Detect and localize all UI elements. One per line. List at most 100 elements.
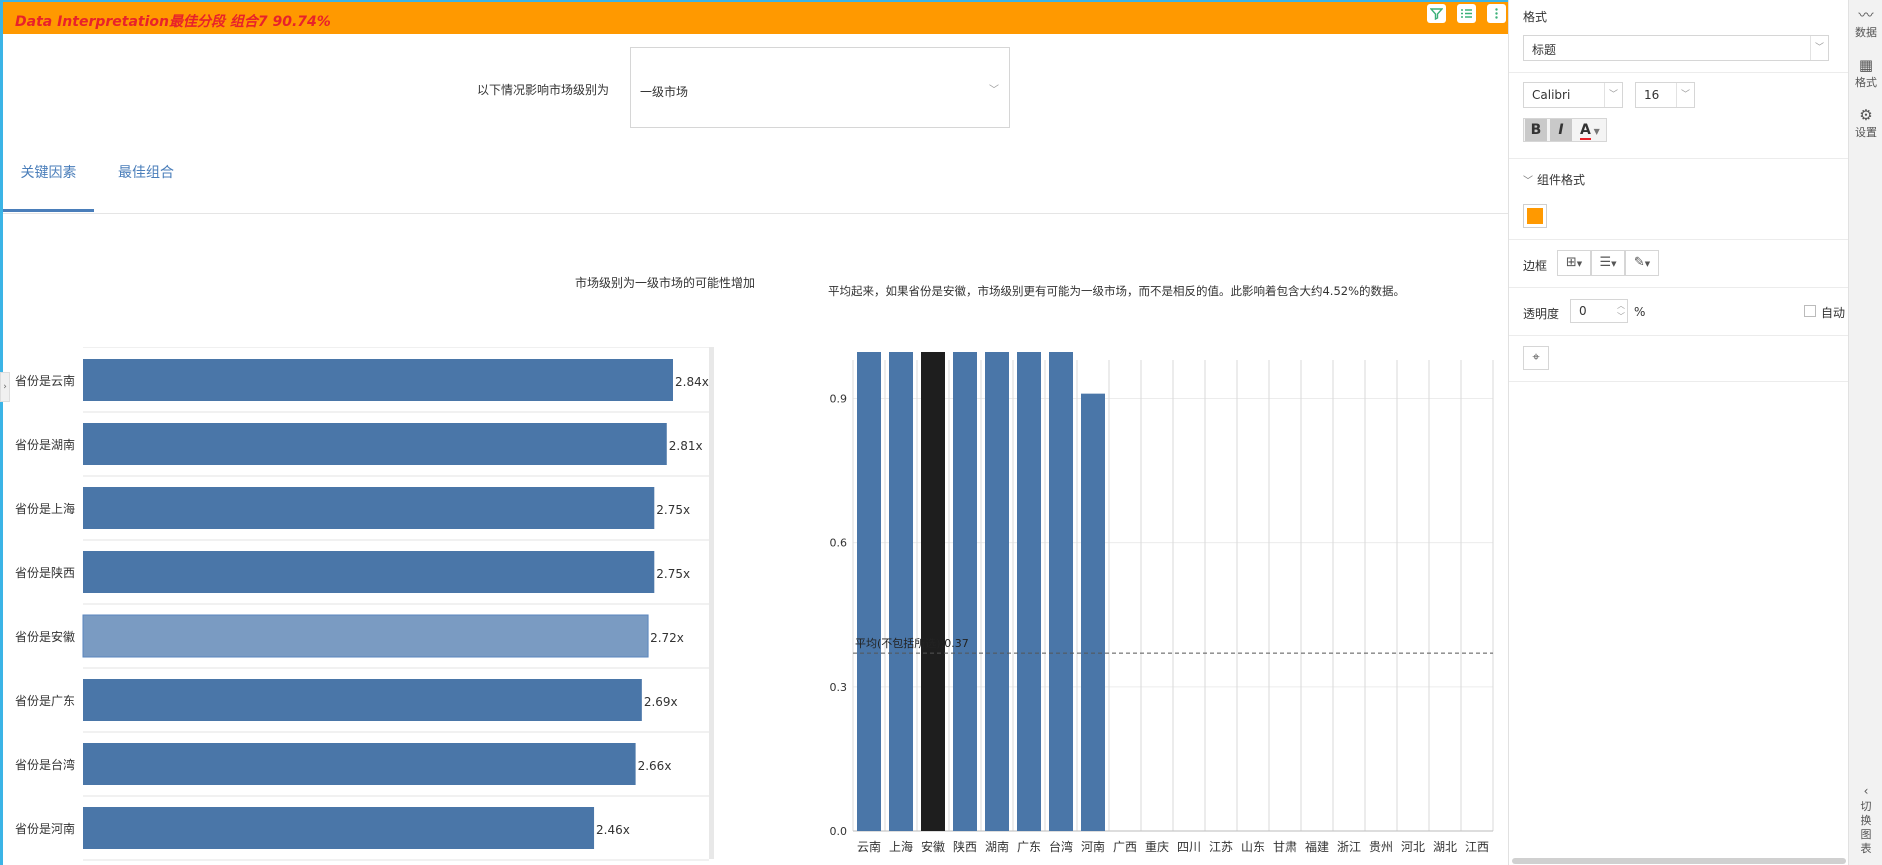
border-style-button[interactable]: ⊞▼	[1557, 250, 1591, 276]
chevron-down-icon: ﹀	[1676, 83, 1694, 107]
text-format-group: B I A ▼	[1523, 118, 1607, 142]
factor-bar	[83, 679, 642, 721]
factor-label: 省份是云南	[15, 373, 75, 388]
divider	[1509, 335, 1849, 336]
x-tick-label: 甘肃	[1273, 840, 1297, 854]
influence-explanation: 平均起来，如果省份是安徽，市场级别更有可能为一级市场，而不是相反的值。此影响着包…	[828, 284, 1406, 298]
province-bar	[1081, 393, 1105, 831]
font-color-label: A	[1580, 122, 1591, 140]
panel-heading: 格式	[1523, 10, 1548, 24]
more-button[interactable]	[1487, 4, 1506, 23]
province-bar	[857, 352, 881, 831]
border-color-button[interactable]: ✎▼	[1625, 250, 1659, 276]
opacity-value: 0	[1579, 304, 1587, 318]
font-family-select[interactable]: Calibri ﹀	[1523, 82, 1623, 108]
component-format-header[interactable]: 组件格式	[1537, 171, 1585, 188]
tab-bar: 关键因素 最佳组合	[3, 152, 1508, 214]
x-tick-label: 江苏	[1209, 840, 1233, 854]
opacity-input[interactable]: 0 ︿ ﹀	[1570, 299, 1628, 323]
format-painter-button[interactable]: ⌖	[1523, 346, 1549, 370]
factor-label: 省份是安徽	[15, 629, 75, 644]
list-icon	[1461, 9, 1472, 18]
title-bar: Data Interpretation最佳分段 组合7 90.74%	[3, 2, 1508, 34]
x-tick-label: 陕西	[953, 839, 977, 854]
caret-down-icon: ▼	[1576, 260, 1583, 268]
divider	[1509, 287, 1849, 288]
list-button[interactable]	[1457, 4, 1476, 23]
factor-value-label: 2.75x	[656, 503, 690, 517]
tab-key-factors[interactable]: 关键因素	[3, 152, 94, 212]
factor-bar	[83, 551, 655, 593]
nav-switch-chart[interactable]: ‹ 切换图表	[1849, 782, 1882, 856]
fill-color-swatch[interactable]	[1523, 204, 1547, 228]
factor-value-label: 2.66x	[638, 759, 672, 773]
factor-label: 省份是上海	[15, 501, 75, 516]
x-tick-label: 安徽	[921, 839, 945, 854]
x-tick-label: 福建	[1305, 839, 1329, 854]
province-bar	[1017, 352, 1041, 831]
stepper-down-icon[interactable]: ﹀	[1617, 311, 1625, 322]
market-level-value: 一级市场	[640, 85, 689, 99]
chevron-left-icon: ‹	[1863, 784, 1869, 798]
x-tick-label: 湖北	[1433, 839, 1457, 854]
x-tick-label: 贵州	[1369, 840, 1393, 854]
border-grid-icon: ⊞	[1565, 255, 1577, 270]
factor-bar	[83, 807, 595, 849]
title-style-select[interactable]: 标题 ﹀	[1523, 35, 1829, 61]
horizontal-scrollbar[interactable]	[1512, 858, 1846, 864]
opacity-label: 透明度	[1523, 307, 1560, 321]
filter-button[interactable]	[1427, 4, 1446, 23]
x-tick-label: 云南	[857, 839, 881, 854]
chevron-down-icon[interactable]: ﹀	[1523, 172, 1533, 187]
factor-label: 省份是广东	[15, 694, 75, 708]
x-tick-label: 上海	[889, 839, 913, 854]
border-line-button[interactable]: ☰▼	[1591, 250, 1625, 276]
x-tick-label: 山东	[1241, 840, 1265, 854]
divider	[1509, 239, 1849, 240]
market-level-select[interactable]: 一级市场 ﹀	[630, 47, 1010, 128]
tab-best-combination[interactable]: 最佳组合	[111, 152, 181, 212]
font-family-value: Calibri	[1532, 88, 1571, 102]
title-style-value: 标题	[1532, 43, 1557, 57]
province-column-chart: 0.0 0.3 0.6 0.9 云南 上海 安徽 陕西 湖南 广东 台湾 河南 广西 重庆 四川 江苏 山东 甘肃…	[830, 352, 1494, 854]
caret-down-icon: ▼	[1611, 260, 1617, 268]
report-title: Data Interpretation最佳分段 组合7 90.74%	[15, 14, 331, 30]
nav-data-label: 数据	[1855, 26, 1877, 39]
bold-button[interactable]: B	[1525, 119, 1547, 141]
chevron-down-icon: ﹀	[1810, 36, 1828, 60]
factor-bar	[82, 614, 649, 658]
province-bar	[1049, 352, 1073, 831]
x-tick-label: 湖南	[985, 839, 1009, 854]
pen-icon: ✎	[1633, 255, 1645, 270]
factor-value-label: 2.72x	[650, 631, 684, 645]
stepper-up-icon[interactable]: ︿	[1617, 300, 1625, 311]
factor-bar	[83, 359, 673, 401]
percent-unit: %	[1634, 305, 1646, 319]
factor-label: 省份是湖南	[15, 437, 75, 452]
font-color-button[interactable]: A ▼	[1576, 119, 1606, 141]
y-tick-label: 0.9	[830, 392, 848, 405]
factor-bar	[83, 423, 667, 465]
factor-value-label: 2.46x	[596, 823, 630, 837]
nav-data[interactable]: 〰 数据	[1849, 6, 1882, 40]
divider	[1509, 158, 1849, 159]
paint-brush-icon: ⌖	[1532, 350, 1540, 365]
caret-down-icon: ▼	[1590, 127, 1600, 136]
province-bar	[921, 352, 945, 831]
italic-button[interactable]: I	[1550, 119, 1572, 141]
province-bar	[985, 352, 1009, 831]
factor-value-label: 2.69x	[644, 695, 678, 709]
x-tick-label: 河南	[1081, 839, 1105, 854]
factor-value-label: 2.84x	[675, 375, 709, 389]
caret-down-icon: ▼	[1644, 260, 1651, 268]
line-weight-icon: ☰	[1599, 255, 1612, 270]
x-tick-label: 江西	[1465, 840, 1489, 854]
left-chart-title: 市场级别为一级市场的可能性增加	[575, 276, 756, 290]
auto-checkbox[interactable]	[1804, 305, 1816, 317]
nav-format[interactable]: ▦ 格式	[1849, 56, 1882, 90]
filter-icon	[1430, 8, 1443, 20]
y-tick-label: 0.6	[830, 537, 848, 550]
nav-settings[interactable]: ⚙ 设置	[1849, 106, 1882, 140]
font-size-select[interactable]: 16 ﹀	[1635, 82, 1695, 108]
factor-value-label: 2.75x	[656, 567, 690, 581]
